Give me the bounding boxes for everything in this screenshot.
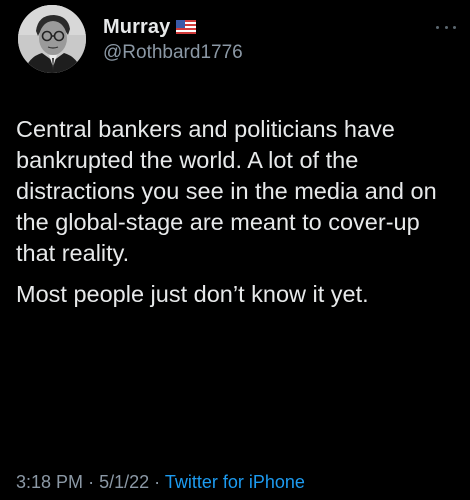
us-flag-icon	[176, 20, 197, 34]
user-handle[interactable]: @Rothbard1776	[103, 42, 243, 64]
meta-separator: ·	[88, 472, 95, 492]
tweet-date[interactable]: 5/1/22	[99, 472, 149, 492]
meta-separator: ·	[154, 472, 161, 492]
tweet-paragraph: Central bankers and politicians have ban…	[16, 116, 437, 266]
tweet-paragraph: Most people just don’t know it yet.	[16, 281, 369, 307]
tweet-time[interactable]: 3:18 PM	[16, 472, 83, 492]
display-name[interactable]: Murray	[103, 16, 170, 39]
tweet-text: Central bankers and politicians have ban…	[16, 114, 456, 310]
tweet-card: Murray @Rothbard1776 Central bankers and…	[0, 0, 470, 500]
tweet-metadata: 3:18 PM · 5/1/22 · Twitter for iPhone	[16, 472, 305, 493]
name-row: Murray	[103, 14, 197, 40]
more-options-icon[interactable]	[436, 22, 456, 32]
avatar[interactable]	[18, 5, 86, 73]
tweet-source-link[interactable]: Twitter for iPhone	[165, 472, 305, 492]
